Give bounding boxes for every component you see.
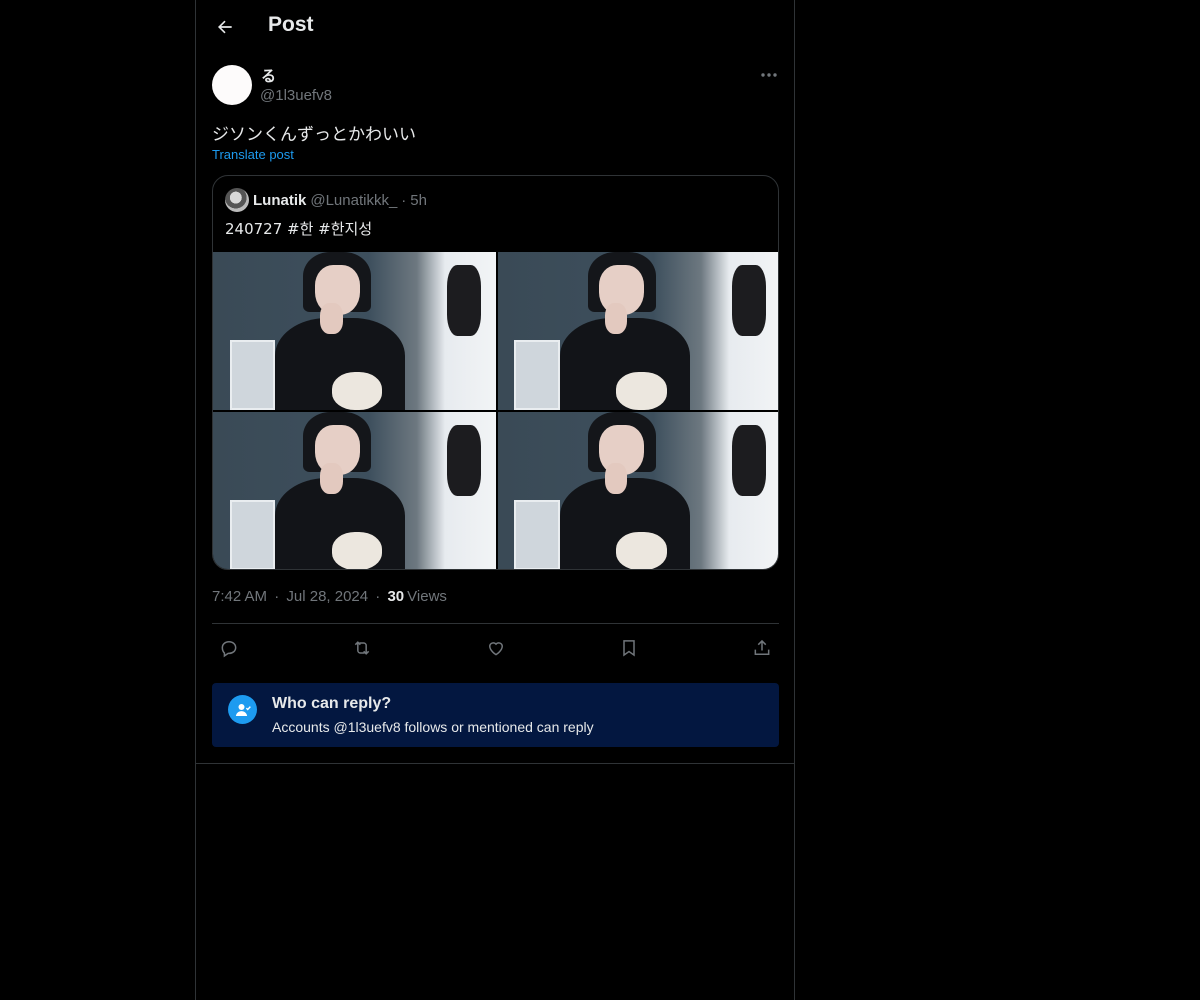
reply-button[interactable]	[212, 633, 246, 663]
like-button[interactable]	[479, 633, 513, 663]
photo-detail	[616, 372, 667, 410]
quoted-post-header: Lunatik @Lunatikkk_ · 5h	[225, 188, 431, 212]
back-button[interactable]	[208, 10, 242, 44]
separator-dot: ·	[274, 588, 280, 605]
action-bar	[212, 633, 779, 663]
views-count: 30	[387, 588, 405, 605]
author-name[interactable]: る	[261, 65, 276, 86]
photo-detail	[731, 264, 766, 336]
reply-restriction-description: Accounts @1l3uefv8 follows or mentioned …	[272, 719, 594, 735]
photo-detail	[604, 302, 628, 335]
post-time[interactable]: 7:42 AM	[212, 588, 267, 605]
photo-1[interactable]	[213, 252, 496, 410]
quoted-post-text: 240727 #한 #한지성	[225, 220, 373, 238]
photo-detail	[731, 424, 766, 496]
post-column: Post る @1l3uefv8 ジソンくんずっとかわいい Translate …	[195, 0, 795, 1000]
divider	[212, 623, 779, 624]
quoted-post-time[interactable]: 5h	[410, 192, 427, 209]
photo-detail	[447, 264, 482, 336]
divider	[196, 763, 794, 764]
separator-dot: ·	[401, 191, 407, 209]
quoted-avatar[interactable]	[225, 188, 249, 212]
more-icon	[761, 73, 777, 77]
reply-icon	[221, 640, 237, 658]
share-icon	[754, 639, 770, 655]
back-arrow-icon	[218, 20, 232, 34]
photo-detail	[514, 340, 560, 410]
user-check-icon	[235, 703, 251, 716]
repost-button[interactable]	[345, 633, 379, 663]
repost-icon	[355, 641, 370, 655]
translate-post-link[interactable]: Translate post	[212, 147, 294, 162]
post-text: ジソンくんずっとかわいい	[212, 125, 416, 145]
reply-restriction-icon	[228, 695, 257, 724]
top-bar: Post	[196, 0, 794, 53]
media-grid	[213, 252, 778, 569]
photo-3[interactable]	[213, 412, 496, 569]
more-options-button[interactable]	[758, 65, 780, 85]
photo-4[interactable]	[497, 412, 778, 569]
photo-detail	[616, 532, 667, 569]
photo-detail	[331, 532, 383, 569]
photo-detail	[320, 302, 343, 335]
photo-detail	[229, 340, 276, 410]
photo-detail	[331, 372, 383, 410]
share-button[interactable]	[745, 633, 779, 663]
reply-restriction-title: Who can reply?	[272, 695, 392, 712]
photo-2[interactable]	[497, 252, 778, 410]
photo-detail	[447, 424, 482, 496]
quoted-author-handle[interactable]: @Lunatikkk_	[310, 192, 397, 209]
separator-dot: ·	[375, 588, 381, 605]
photo-detail	[320, 462, 343, 495]
author-handle[interactable]: @1l3uefv8	[260, 87, 332, 104]
quoted-post[interactable]: Lunatik @Lunatikkk_ · 5h 240727 #한 #한지성	[212, 175, 779, 570]
photo-detail	[514, 500, 560, 569]
views-label: Views	[407, 588, 447, 605]
photo-detail	[229, 500, 276, 569]
bookmark-icon	[623, 640, 635, 657]
bookmark-button[interactable]	[612, 633, 646, 663]
page-title: Post	[268, 13, 314, 36]
reply-restriction-notice: Who can reply? Accounts @1l3uefv8 follow…	[212, 683, 779, 747]
post-date[interactable]: Jul 28, 2024	[286, 588, 368, 605]
avatar[interactable]	[212, 65, 252, 105]
post-author: る @1l3uefv8	[212, 65, 780, 109]
quoted-author-name[interactable]: Lunatik	[253, 192, 306, 209]
like-icon	[488, 642, 503, 656]
post-metadata: 7:42 AM · Jul 28, 2024 · 30 Views	[212, 588, 450, 605]
photo-detail	[604, 462, 628, 495]
